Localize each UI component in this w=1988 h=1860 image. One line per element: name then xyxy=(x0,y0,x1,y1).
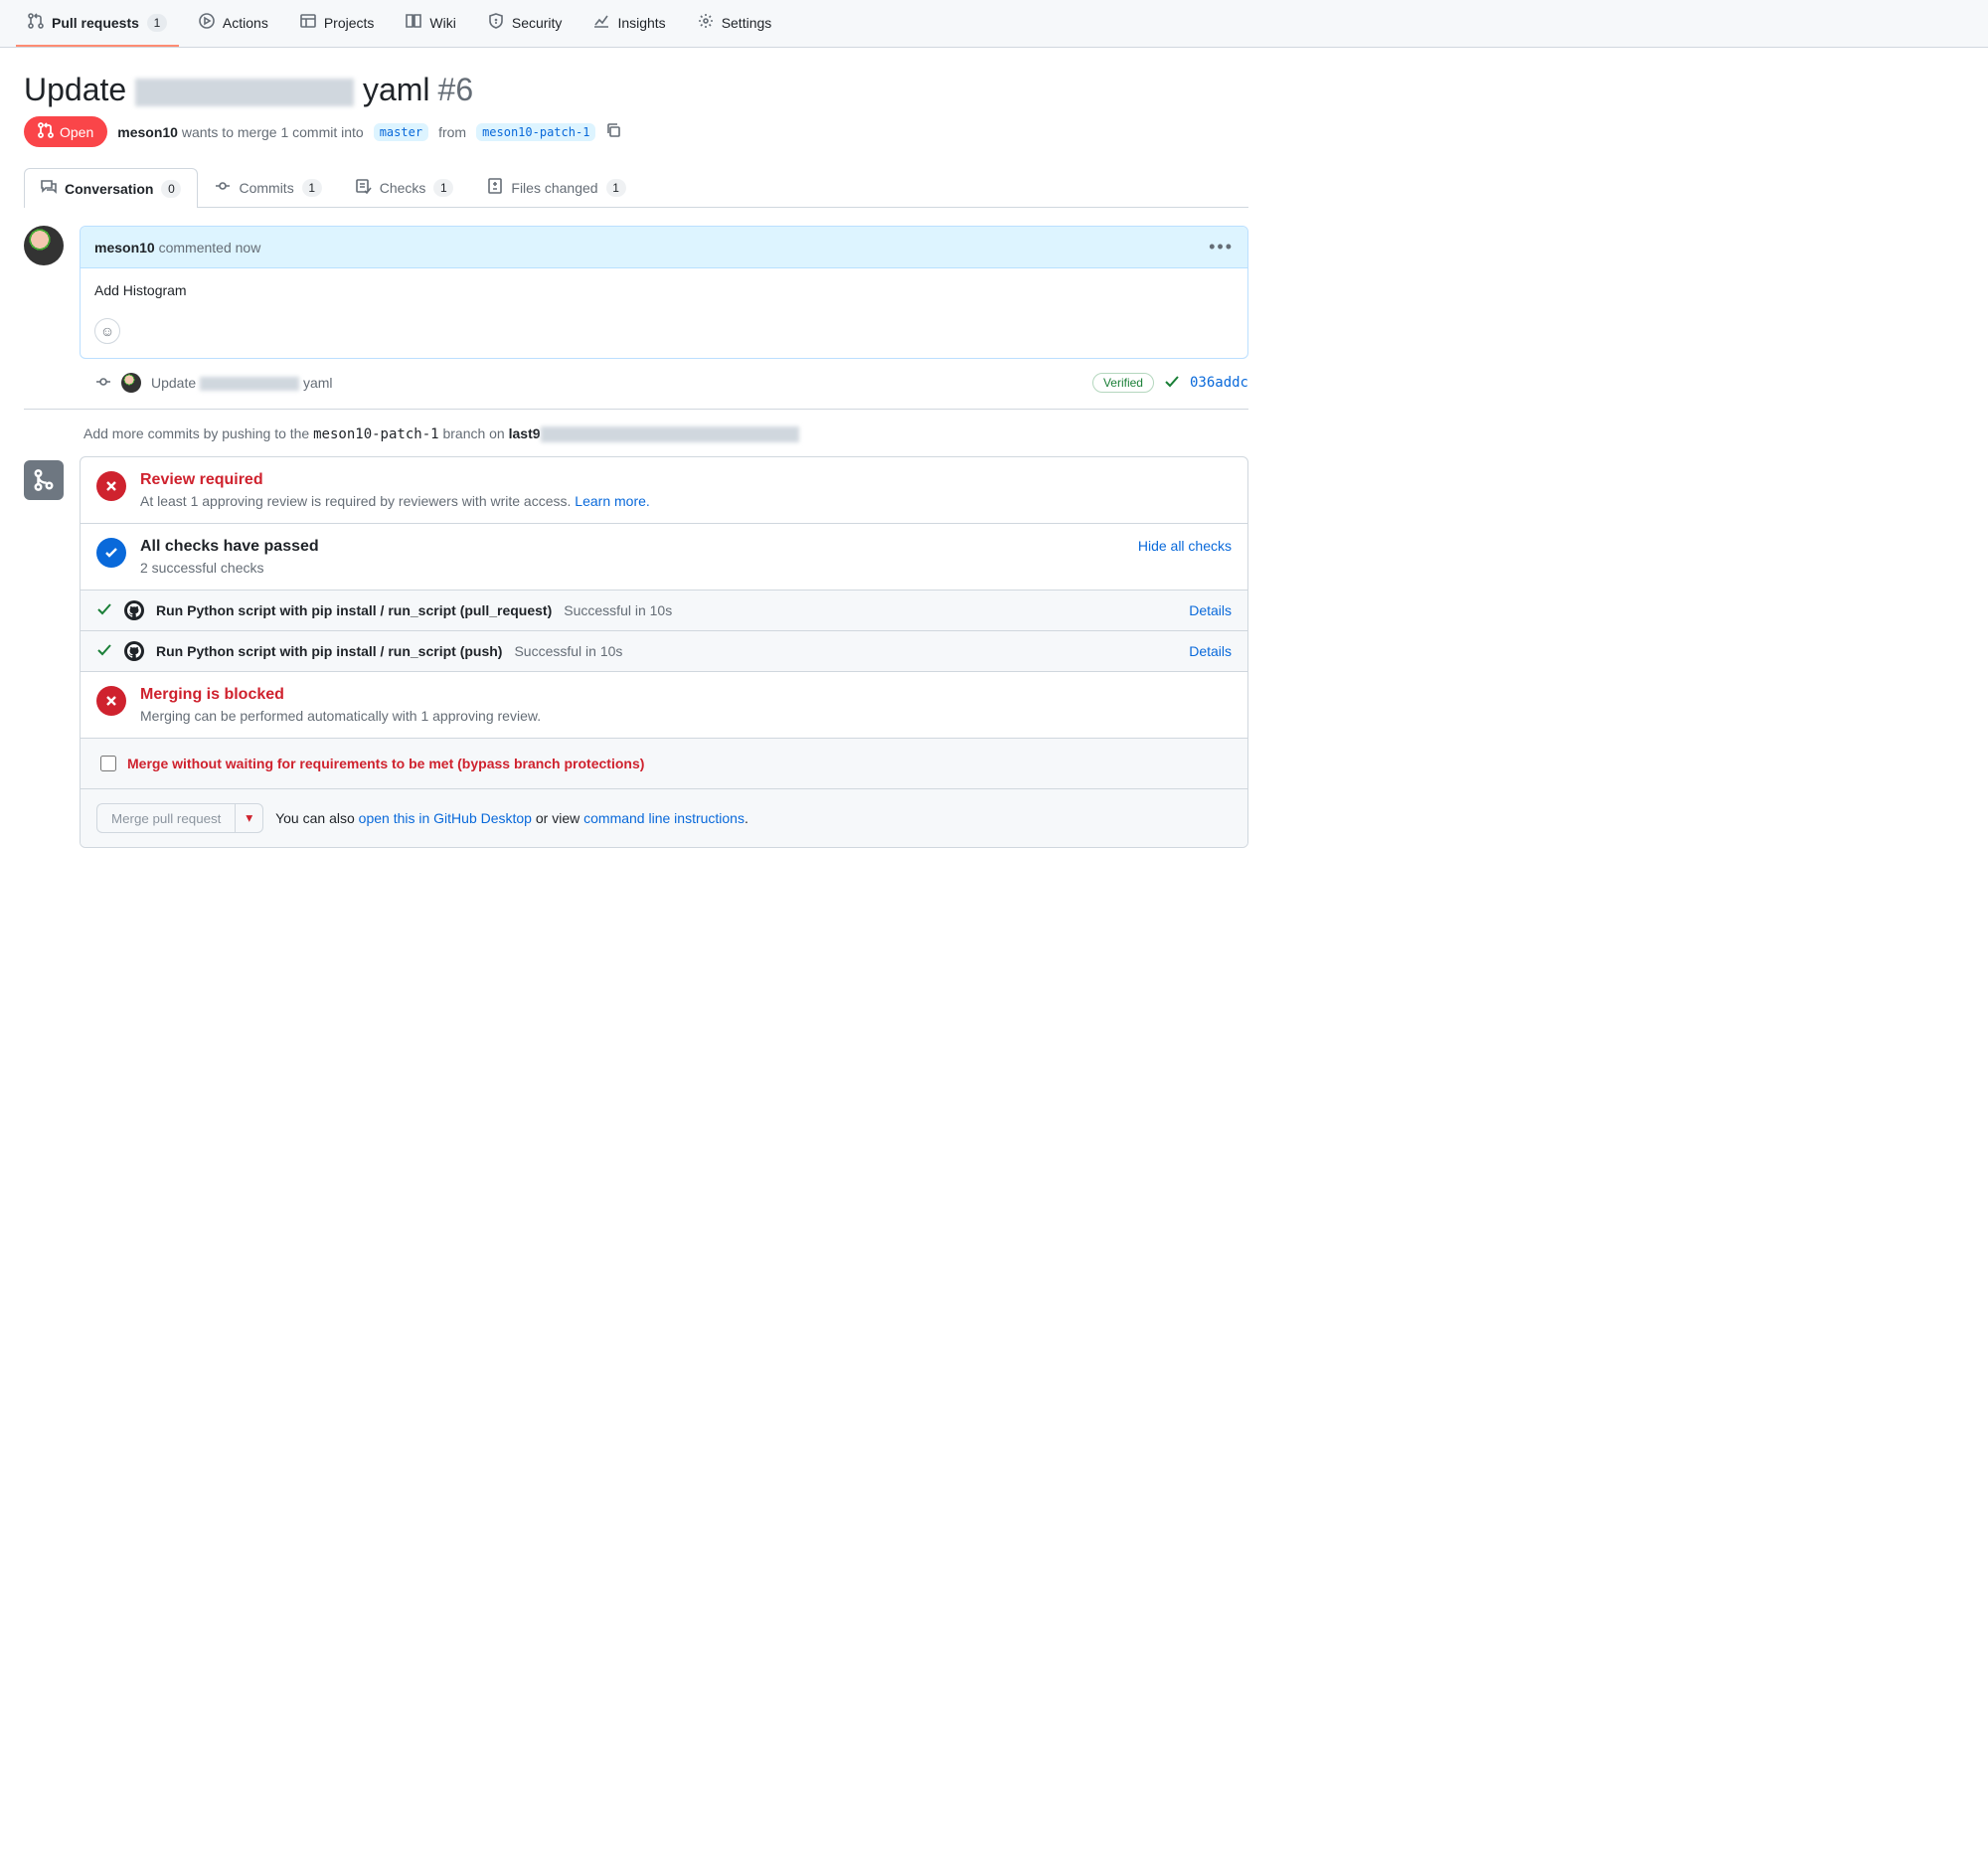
check-name[interactable]: Run Python script with pip install / run… xyxy=(156,643,502,659)
merge-panel: Review required At least 1 approving rev… xyxy=(80,456,1248,848)
check-name[interactable]: Run Python script with pip install / run… xyxy=(156,602,552,618)
review-required-section: Review required At least 1 approving rev… xyxy=(81,457,1247,524)
check-status: Successful in 10s xyxy=(514,643,622,659)
checks-passed-section: All checks have passed 2 successful chec… xyxy=(81,524,1247,591)
comment-box: meson10 commented now ••• Add Histogram … xyxy=(80,226,1248,359)
checklist-icon xyxy=(356,178,372,197)
details-link[interactable]: Details xyxy=(1189,602,1232,618)
tab-insights[interactable]: Insights xyxy=(581,0,677,47)
check-circle-icon xyxy=(96,538,126,568)
gear-icon xyxy=(698,13,714,32)
git-pull-request-icon xyxy=(38,122,54,141)
graph-icon xyxy=(593,13,609,32)
tab-label: Settings xyxy=(722,15,772,31)
tab-label: Actions xyxy=(223,15,268,31)
x-circle-icon xyxy=(96,686,126,716)
check-row: Run Python script with pip install / run… xyxy=(81,631,1247,672)
copy-icon[interactable] xyxy=(605,122,621,141)
tab-conversation[interactable]: Conversation 0 xyxy=(24,168,198,208)
tab-projects[interactable]: Projects xyxy=(288,0,387,47)
bypass-section: Merge without waiting for requirements t… xyxy=(81,739,1247,789)
push-hint: Add more commits by pushing to the meson… xyxy=(83,425,1248,442)
tab-pull-requests[interactable]: Pull requests 1 xyxy=(16,0,179,47)
tab-commits[interactable]: Commits 1 xyxy=(198,167,338,207)
timeline-commit: Update yaml Verified 036addc xyxy=(95,373,1248,393)
redacted-text xyxy=(541,426,799,442)
tab-files-changed[interactable]: Files changed 1 xyxy=(470,167,642,207)
merge-pull-request-button[interactable]: Merge pull request xyxy=(96,803,235,833)
play-icon xyxy=(199,13,215,32)
bypass-checkbox-label[interactable]: Merge without waiting for requirements t… xyxy=(96,753,1232,774)
x-circle-icon xyxy=(96,471,126,501)
tab-label: Wiki xyxy=(429,15,455,31)
open-in-desktop-link[interactable]: open this in GitHub Desktop xyxy=(359,810,532,826)
redacted-text xyxy=(135,79,354,106)
comment-header-text: meson10 commented now xyxy=(94,240,260,255)
git-commit-icon xyxy=(215,178,231,197)
tab-checks[interactable]: Checks 1 xyxy=(339,167,471,207)
book-icon xyxy=(406,13,421,32)
avatar[interactable] xyxy=(121,373,141,393)
pr-state-badge: Open xyxy=(24,116,107,147)
merge-actions: Merge pull request You can also open thi… xyxy=(81,789,1247,847)
check-icon[interactable] xyxy=(1164,374,1180,393)
pr-subtabs: Conversation 0 Commits 1 Checks 1 Files … xyxy=(24,167,1248,208)
command-line-link[interactable]: command line instructions xyxy=(583,810,745,826)
check-status: Successful in 10s xyxy=(564,602,672,618)
github-actions-icon xyxy=(124,600,144,620)
merge-dropdown-button[interactable] xyxy=(235,803,263,833)
author-link[interactable]: meson10 xyxy=(94,240,155,255)
comment-body: Add Histogram xyxy=(81,268,1247,312)
commit-message[interactable]: Update yaml xyxy=(151,375,333,391)
comment-discussion-icon xyxy=(41,179,57,198)
tab-label: Projects xyxy=(324,15,375,31)
tab-label: Security xyxy=(512,15,563,31)
tab-count: 1 xyxy=(147,14,167,32)
file-diff-icon xyxy=(487,178,503,197)
verified-badge[interactable]: Verified xyxy=(1092,373,1154,393)
tab-label: Insights xyxy=(617,15,665,31)
smiley-icon: ☺ xyxy=(100,323,114,339)
kebab-icon[interactable]: ••• xyxy=(1209,237,1234,257)
pr-meta-text: meson10 wants to merge 1 commit into xyxy=(117,124,363,140)
shield-icon xyxy=(488,13,504,32)
learn-more-link[interactable]: Learn more. xyxy=(575,493,649,509)
divider xyxy=(24,409,1248,410)
table-icon xyxy=(300,13,316,32)
details-link[interactable]: Details xyxy=(1189,643,1232,659)
tab-settings[interactable]: Settings xyxy=(686,0,784,47)
merging-blocked-section: Merging is blocked Merging can be perfor… xyxy=(81,672,1247,739)
git-commit-icon xyxy=(95,374,111,393)
redacted-text xyxy=(200,377,299,391)
tab-security[interactable]: Security xyxy=(476,0,575,47)
base-branch[interactable]: master xyxy=(374,123,428,141)
head-branch[interactable]: meson10-patch-1 xyxy=(476,123,595,141)
check-icon xyxy=(96,601,112,620)
merge-help-text: You can also open this in GitHub Desktop… xyxy=(275,810,748,826)
check-icon xyxy=(96,642,112,661)
timestamp[interactable]: now xyxy=(236,240,261,255)
repo-tabs: Pull requests 1 Actions Projects Wiki Se… xyxy=(0,0,1988,48)
hide-checks-link[interactable]: Hide all checks xyxy=(1138,538,1232,554)
git-pull-request-icon xyxy=(28,13,44,32)
commit-sha[interactable]: 036addc xyxy=(1190,375,1248,391)
tab-label: Pull requests xyxy=(52,15,139,31)
bypass-checkbox[interactable] xyxy=(100,756,116,771)
github-actions-icon xyxy=(124,641,144,661)
tab-actions[interactable]: Actions xyxy=(187,0,280,47)
add-reaction-button[interactable]: ☺ xyxy=(94,318,120,344)
author-link[interactable]: meson10 xyxy=(117,124,178,140)
check-row: Run Python script with pip install / run… xyxy=(81,591,1247,631)
tab-wiki[interactable]: Wiki xyxy=(394,0,467,47)
git-merge-icon xyxy=(24,460,64,500)
pr-number: #6 xyxy=(438,72,474,108)
pr-title: Update yaml xyxy=(24,72,430,108)
avatar[interactable] xyxy=(24,226,64,265)
